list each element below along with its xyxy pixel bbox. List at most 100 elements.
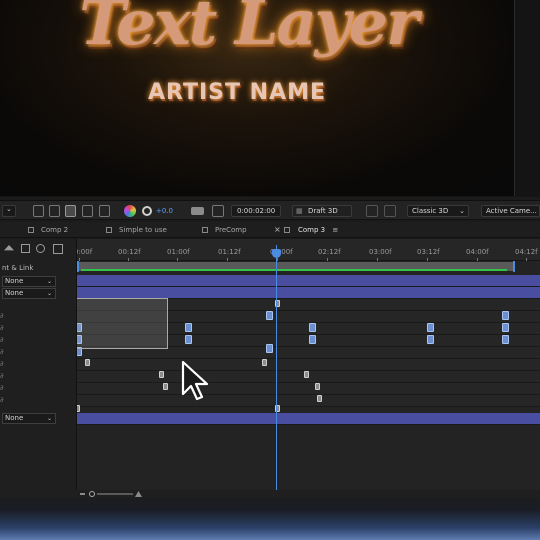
chevron-down-icon: ⌄: [46, 290, 52, 297]
renderer-dropdown[interactable]: Classic 3D ⌄: [407, 205, 469, 217]
draft-3d-toggle[interactable]: ▦ Draft 3D: [292, 205, 352, 217]
keyframe[interactable]: [77, 405, 80, 412]
chevron-down-icon: ⌄: [46, 415, 52, 422]
parent-dropdown[interactable]: None ⌄: [2, 413, 56, 424]
keyframe[interactable]: [309, 335, 316, 344]
current-time-indicator-handle[interactable]: [272, 249, 281, 258]
keyframe[interactable]: [427, 323, 434, 332]
parent-value: None: [5, 277, 24, 285]
exposure-value[interactable]: +0.0: [156, 205, 173, 217]
ruler-label: 01:12f: [218, 248, 241, 256]
layer-bar[interactable]: [77, 413, 540, 425]
keyframe[interactable]: [315, 383, 320, 390]
keyframe[interactable]: [304, 371, 309, 378]
tab-precomp[interactable]: PreComp: [202, 222, 247, 238]
chevron-down-icon: ⌄: [46, 278, 52, 285]
3d-ground-plane-icon[interactable]: [366, 205, 378, 217]
tab-simple-to-use[interactable]: Simple to use: [106, 222, 167, 238]
keyframe[interactable]: [163, 383, 168, 390]
close-icon[interactable]: ×: [274, 222, 281, 238]
timeline-tracks[interactable]: 0:00f 00:12f 01:00f 01:12f 02:00f 02:12f…: [77, 239, 540, 490]
frame-blending-icon[interactable]: [21, 244, 30, 253]
keyframe[interactable]: [159, 371, 164, 378]
zoom-slider-icon[interactable]: [80, 491, 142, 497]
shy-layers-icon[interactable]: [4, 245, 14, 251]
ruler-label: 00:12f: [118, 248, 141, 256]
ruler-tick: [79, 258, 80, 261]
camera-view-dropdown[interactable]: Active Came...: [481, 205, 540, 217]
property-row[interactable]: [77, 359, 540, 371]
grid-icon[interactable]: [99, 205, 110, 217]
ruler-label: 01:00f: [167, 248, 190, 256]
tab-label: Comp 2: [41, 226, 69, 234]
composition-viewer[interactable]: Text Layer ARTIST NAME: [0, 0, 540, 197]
tab-color-swatch: [202, 227, 208, 233]
parent-link-header: nt & Link: [2, 264, 34, 272]
timecode-field[interactable]: 0:00:02:00: [231, 205, 281, 217]
layer-switches-panel: nt & Link None ⌄ None ⌄ ∂ ∂ ∂ ∂ ∂ ∂ ∂ ∂ …: [0, 239, 77, 490]
ruler-label: 03:00f: [369, 248, 392, 256]
parent-dropdown[interactable]: None ⌄: [2, 276, 56, 287]
transparency-grid-icon[interactable]: [49, 205, 60, 217]
camera-view-value: Active Came...: [486, 207, 537, 215]
property-glyph: ∂: [0, 396, 4, 404]
keyframe[interactable]: [262, 359, 267, 366]
draft-3d-icon: ▦: [296, 207, 303, 215]
guides-icon[interactable]: [82, 205, 93, 217]
graph-editor-icon[interactable]: [53, 244, 63, 254]
tab-menu-icon[interactable]: ≡: [332, 226, 338, 234]
toggle-mask-icon[interactable]: [65, 205, 76, 217]
keyframe[interactable]: [185, 323, 192, 332]
tab-label: Simple to use: [119, 226, 167, 234]
keyframe[interactable]: [502, 323, 509, 332]
property-glyph: ∂: [0, 348, 4, 356]
keyframe[interactable]: [502, 311, 509, 320]
ruler-label: 04:00f: [466, 248, 489, 256]
ruler-tick: [227, 258, 228, 261]
time-ruler[interactable]: 0:00f 00:12f 01:00f 01:12f 02:00f 02:12f…: [77, 239, 540, 261]
ruler-label: 0:00f: [77, 248, 93, 256]
region-of-interest-icon[interactable]: [33, 205, 44, 217]
ruler-tick: [427, 258, 428, 261]
work-area-start-handle[interactable]: [77, 261, 79, 272]
keyframe[interactable]: [427, 335, 434, 344]
gear-icon[interactable]: [142, 206, 152, 216]
magnification-dropdown[interactable]: ⌄: [2, 205, 16, 217]
tab-label: Comp 3: [298, 226, 326, 234]
show-channel-icon[interactable]: [212, 205, 224, 217]
property-row[interactable]: [77, 383, 540, 395]
property-glyph: ∂: [0, 384, 4, 392]
composition-tabs: Comp 2 Simple to use PreComp × Comp 3 ≡: [0, 222, 540, 238]
viewer-side-panel: [515, 0, 540, 197]
color-wheel-icon[interactable]: [124, 205, 136, 217]
title-text-layer: Text Layer: [79, 0, 419, 59]
layer-bar[interactable]: [77, 275, 540, 287]
timecode-value: 0:00:02:00: [237, 207, 276, 215]
keyframe[interactable]: [85, 359, 90, 366]
tab-label: PreComp: [215, 226, 247, 234]
keyframe[interactable]: [185, 335, 192, 344]
keyframe[interactable]: [266, 311, 273, 320]
property-glyph: ∂: [0, 324, 4, 332]
current-time-indicator-line[interactable]: [276, 245, 277, 490]
keyframe[interactable]: [317, 395, 322, 402]
ruler-tick: [327, 258, 328, 261]
ruler-label: 02:12f: [318, 248, 341, 256]
ruler-tick: [477, 258, 478, 261]
camera-icon[interactable]: [191, 207, 204, 215]
property-row[interactable]: [77, 395, 540, 407]
work-area-end-handle[interactable]: [513, 261, 515, 272]
tab-comp-3[interactable]: × Comp 3 ≡: [274, 222, 338, 238]
keyframe[interactable]: [502, 335, 509, 344]
keyframe[interactable]: [266, 344, 273, 353]
property-glyph: ∂: [0, 336, 4, 344]
tab-comp-2[interactable]: Comp 2: [28, 222, 68, 238]
keyframe[interactable]: [309, 323, 316, 332]
composition-canvas[interactable]: Text Layer ARTIST NAME: [0, 0, 515, 196]
motion-blur-icon[interactable]: [36, 244, 45, 253]
extended-viewer-icon[interactable]: [384, 205, 396, 217]
draft-3d-label: Draft 3D: [308, 207, 338, 215]
parent-dropdown[interactable]: None ⌄: [2, 288, 56, 299]
ruler-tick: [526, 258, 527, 261]
ruler-tick: [177, 258, 178, 261]
